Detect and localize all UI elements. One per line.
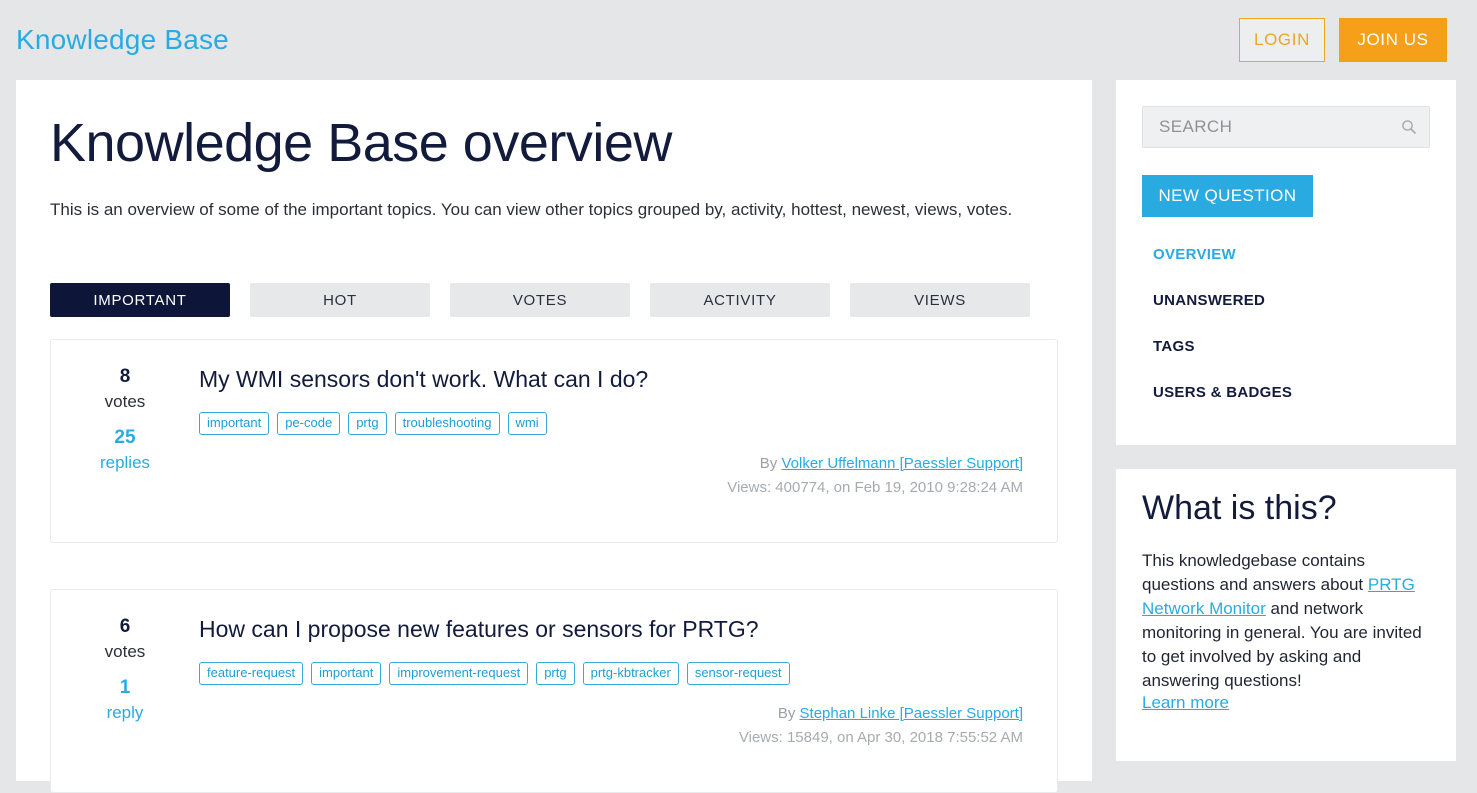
- tag-chip[interactable]: prtg: [536, 662, 575, 685]
- tab-important[interactable]: IMPORTANT: [50, 283, 230, 317]
- login-button[interactable]: LOGIN: [1239, 18, 1325, 62]
- by-prefix: By: [777, 705, 796, 722]
- tag-chip[interactable]: important: [199, 412, 270, 435]
- main-content-panel: Knowledge Base overview This is an overv…: [16, 80, 1092, 793]
- tag-chip[interactable]: feature-request: [199, 662, 304, 685]
- question-views-line: Views: 15849, on Apr 30, 2018 7:55:52 AM: [738, 729, 1023, 746]
- sidebar-item-unanswered[interactable]: UNANSWERED: [1153, 292, 1292, 309]
- search-icon: [1402, 120, 1417, 135]
- sidebar-item-users-badges[interactable]: USERS & BADGES: [1153, 384, 1292, 401]
- tag-chip[interactable]: prtg: [348, 412, 387, 435]
- new-question-button[interactable]: NEW QUESTION: [1142, 175, 1313, 217]
- about-text: This knowledgebase contains questions an…: [1142, 549, 1434, 693]
- auth-buttons: LOGIN JOIN US: [1239, 18, 1447, 62]
- reply-stat[interactable]: 25 replies: [51, 425, 199, 475]
- vote-count: 6: [119, 616, 131, 637]
- vote-count: 8: [119, 366, 131, 387]
- question-author-line: By Stephan Linke [Paessler Support]: [739, 702, 1023, 726]
- tag-chip[interactable]: prtg-kbtracker: [582, 662, 679, 685]
- by-prefix: By: [759, 455, 778, 472]
- vote-label: votes: [104, 642, 146, 661]
- question-stats: 8 votes 25 replies: [51, 364, 199, 475]
- search-input[interactable]: [1157, 107, 1397, 147]
- question-meta: By Stephan Linke [Paessler Support] View…: [739, 702, 1023, 750]
- question-title[interactable]: My WMI sensors don't work. What can I do…: [199, 366, 648, 393]
- about-title: What is this?: [1142, 489, 1337, 527]
- reply-stat[interactable]: 1 reply: [51, 675, 199, 725]
- tag-chip[interactable]: pe-code: [277, 412, 341, 435]
- question-author-line: By Volker Uffelmann [Paessler Support]: [727, 452, 1023, 476]
- vote-label: votes: [104, 392, 146, 411]
- learn-more-link[interactable]: Learn more: [1142, 693, 1229, 713]
- tab-activity[interactable]: ACTIVITY: [650, 283, 830, 317]
- tab-votes[interactable]: VOTES: [450, 283, 630, 317]
- question-card[interactable]: 6 votes 1 reply How can I propose new fe…: [50, 589, 1058, 793]
- tag-chip[interactable]: sensor-request: [686, 662, 790, 685]
- tag-chip[interactable]: troubleshooting: [394, 412, 500, 435]
- vote-stat: 8 votes: [51, 364, 199, 414]
- join-us-button[interactable]: JOIN US: [1339, 18, 1447, 62]
- filter-tabs: IMPORTANT HOT VOTES ACTIVITY VIEWS: [50, 283, 1030, 317]
- reply-count: 1: [119, 677, 131, 698]
- about-panel: What is this? This knowledgebase contain…: [1116, 469, 1456, 761]
- question-tags: feature-request important improvement-re…: [199, 662, 790, 685]
- top-bar: Knowledge Base LOGIN JOIN US: [0, 0, 1477, 80]
- question-card[interactable]: 8 votes 25 replies My WMI sensors don't …: [50, 339, 1058, 543]
- tag-chip[interactable]: wmi: [507, 412, 547, 435]
- question-stats: 6 votes 1 reply: [51, 614, 199, 725]
- sidebar-nav-panel: NEW QUESTION OVERVIEW UNANSWERED TAGS US…: [1116, 80, 1456, 445]
- reply-count: 25: [114, 427, 136, 448]
- author-link[interactable]: Stephan Linke [Paessler Support]: [800, 705, 1023, 722]
- site-brand-logo[interactable]: Knowledge Base: [16, 24, 229, 56]
- tag-chip[interactable]: improvement-request: [389, 662, 529, 685]
- reply-label: replies: [99, 453, 151, 472]
- sidebar: NEW QUESTION OVERVIEW UNANSWERED TAGS US…: [1116, 80, 1456, 761]
- question-views-line: Views: 400774, on Feb 19, 2010 9:28:24 A…: [727, 479, 1023, 496]
- sidebar-item-tags[interactable]: TAGS: [1153, 338, 1292, 355]
- question-tags: important pe-code prtg troubleshooting w…: [199, 412, 547, 435]
- search-box[interactable]: [1142, 106, 1430, 148]
- question-meta: By Volker Uffelmann [Paessler Support] V…: [727, 452, 1023, 500]
- author-link[interactable]: Volker Uffelmann [Paessler Support]: [781, 455, 1023, 472]
- tab-views[interactable]: VIEWS: [850, 283, 1030, 317]
- reply-label: reply: [106, 703, 144, 722]
- sidebar-links: OVERVIEW UNANSWERED TAGS USERS & BADGES: [1153, 246, 1292, 430]
- vote-stat: 6 votes: [51, 614, 199, 664]
- tab-hot[interactable]: HOT: [250, 283, 430, 317]
- question-title[interactable]: How can I propose new features or sensor…: [199, 616, 759, 643]
- page-title: Knowledge Base overview: [50, 113, 672, 173]
- about-text-before: This knowledgebase contains questions an…: [1142, 551, 1368, 594]
- sidebar-item-overview[interactable]: OVERVIEW: [1153, 246, 1292, 263]
- tag-chip[interactable]: important: [311, 662, 382, 685]
- page-description: This is an overview of some of the impor…: [50, 200, 1013, 219]
